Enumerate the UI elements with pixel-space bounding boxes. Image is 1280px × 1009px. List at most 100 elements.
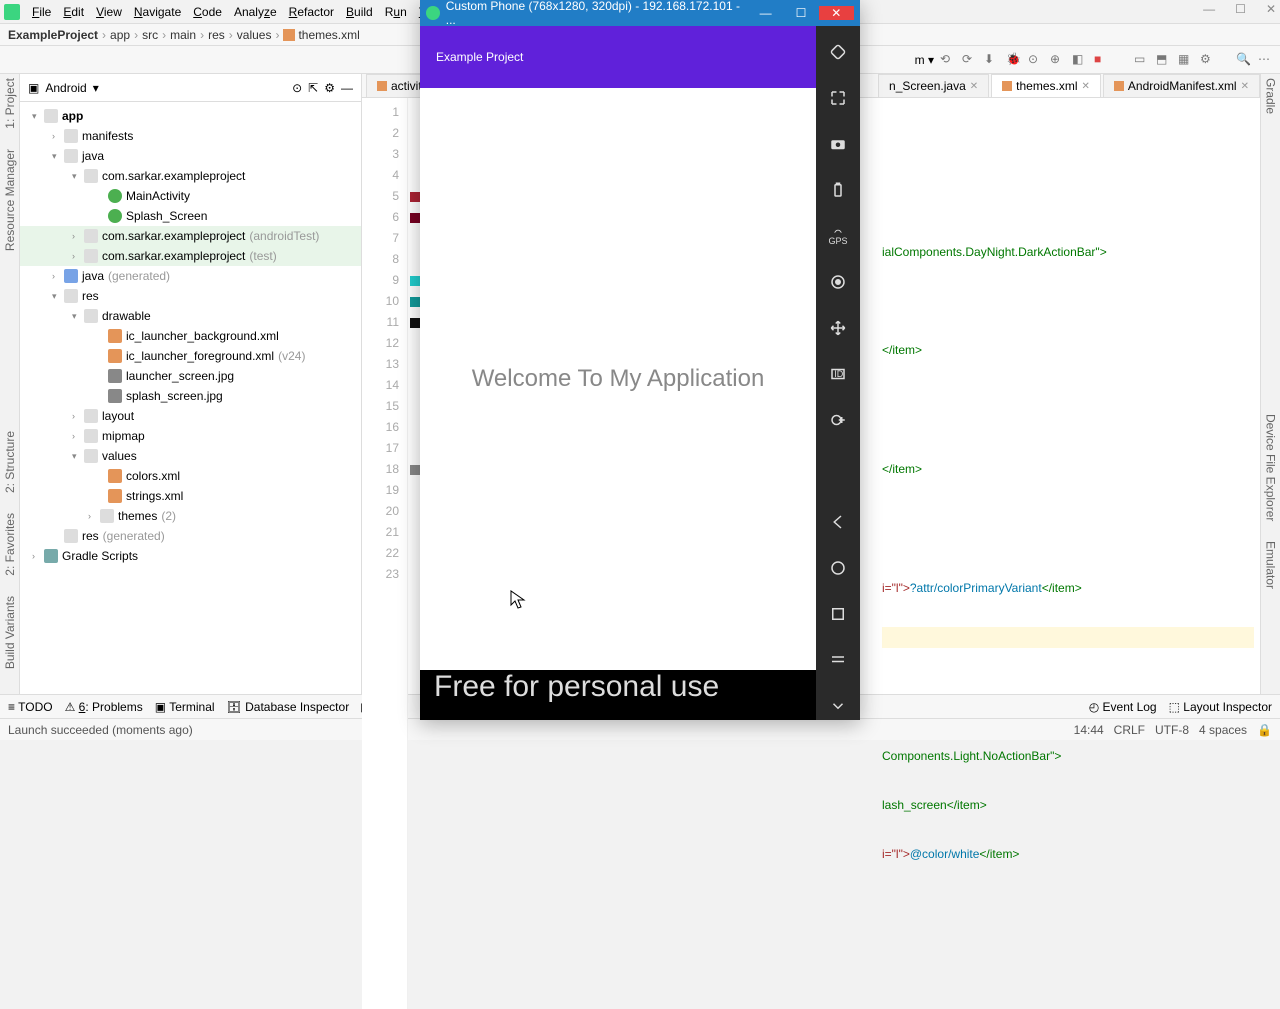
rail-gradle[interactable]: Gradle [1264,78,1278,114]
tree-res-gen[interactable]: res [82,529,99,543]
crumb-src[interactable]: src [142,28,158,42]
tree-manifests[interactable]: manifests [82,129,133,143]
gps-icon[interactable]: GPS [828,226,848,246]
rail-project[interactable]: 1: Project [3,78,17,129]
emu-minimize[interactable]: — [748,6,783,20]
move-icon[interactable] [828,318,848,338]
locate-icon[interactable]: ⊙ [292,81,302,95]
tree-drawable[interactable]: drawable [102,309,151,323]
fullscreen-icon[interactable] [828,88,848,108]
project-view-label[interactable]: Android [45,81,86,95]
tree-java-gen[interactable]: java [82,269,104,283]
menu-analyze[interactable]: Analyze [228,3,283,21]
close-icon[interactable]: ✕ [1241,81,1249,92]
home-icon[interactable] [828,558,848,578]
project-tree[interactable]: ▾app ›manifests ▾java ▾com.sarkar.exampl… [20,102,361,694]
menu-build[interactable]: Build [340,3,379,21]
tree-layout[interactable]: layout [102,409,134,423]
tree-mainactivity[interactable]: MainActivity [126,189,190,203]
menu-refactor[interactable]: Refactor [283,3,340,21]
attach-icon[interactable]: ⊕ [1050,52,1066,68]
menu-icon[interactable] [828,650,848,670]
tool-database[interactable]: 🗄 Database Inspector [227,700,350,714]
tool-todo[interactable]: ≡ TODO [8,700,53,714]
avd-icon[interactable]: ▭ [1134,52,1150,68]
device-icon[interactable]: ▦ [1178,52,1194,68]
tree-colors[interactable]: colors.xml [126,469,180,483]
chevron-down-icon[interactable] [828,696,848,716]
menu-file[interactable]: File [26,3,57,21]
identifier-icon[interactable]: ID [828,364,848,384]
back-icon[interactable] [828,512,848,532]
crumb-res[interactable]: res [208,28,225,42]
color-swatch-icon[interactable] [410,297,420,307]
emu-maximize[interactable]: ☐ [783,6,818,20]
config-dropdown[interactable]: m ▾ [915,53,934,67]
crumb-file[interactable]: themes.xml [298,28,359,42]
tree-app[interactable]: app [62,109,83,123]
hide-icon[interactable]: — [341,81,353,95]
crumb-values[interactable]: values [237,28,272,42]
tree-pkg-test[interactable]: com.sarkar.exampleproject [102,249,245,263]
window-minimize[interactable]: — [1203,2,1215,16]
color-swatch-icon[interactable] [410,276,420,286]
tree-splash[interactable]: Splash_Screen [126,209,207,223]
emulator-window[interactable]: Custom Phone (768x1280, 320dpi) - 192.16… [420,0,860,720]
more-icon[interactable]: ⋯ [1258,52,1274,68]
view-dropdown-icon[interactable]: ▾ [93,81,99,95]
crumb-app[interactable]: app [110,28,130,42]
battery-icon[interactable] [828,180,848,200]
debug-icon[interactable]: 🐞 [1006,52,1022,68]
collapse-icon[interactable]: ⇱ [308,81,318,95]
tree-icfg[interactable]: ic_launcher_foreground.xml [126,349,274,363]
settings-plus-icon[interactable] [828,410,848,430]
rail-device-explorer[interactable]: Device File Explorer [1264,414,1278,521]
search-icon[interactable]: 🔍 [1236,52,1252,68]
emu-close[interactable]: ✕ [819,6,854,20]
menu-run[interactable]: Run [379,3,413,21]
apply-icon[interactable]: ◧ [1072,52,1088,68]
profile-icon[interactable]: ⊙ [1028,52,1044,68]
build-icon[interactable]: ⬇ [984,52,1000,68]
webcam-icon[interactable] [828,272,848,292]
gear-icon[interactable]: ⚙ [1200,52,1216,68]
crumb-project[interactable]: ExampleProject [8,28,98,42]
color-swatch-icon[interactable] [410,318,420,328]
settings-icon[interactable]: ⚙ [324,81,335,95]
tab-themes[interactable]: themes.xml✕ [991,74,1101,97]
camera-icon[interactable] [828,134,848,154]
rail-structure[interactable]: 2: Structure [3,431,17,493]
recent-icon[interactable] [828,604,848,624]
color-swatch-icon[interactable] [410,213,420,223]
tree-java[interactable]: java [82,149,104,163]
rail-build-variants[interactable]: Build Variants [3,596,17,669]
emulator-titlebar[interactable]: Custom Phone (768x1280, 320dpi) - 192.16… [420,0,860,26]
tree-package[interactable]: com.sarkar.exampleproject [102,169,245,183]
tree-pkg-androidtest[interactable]: com.sarkar.exampleproject [102,229,245,243]
tree-launcher[interactable]: launcher_screen.jpg [126,369,234,383]
rotate-icon[interactable] [828,42,848,62]
sync-icon[interactable]: ⟲ [940,52,956,68]
window-maximize[interactable]: ☐ [1235,2,1246,16]
menu-navigate[interactable]: Navigate [128,3,187,21]
tool-terminal[interactable]: ▣ Terminal [155,700,215,714]
close-icon[interactable]: ✕ [1082,81,1090,92]
color-swatch-icon[interactable] [410,192,420,202]
menu-view[interactable]: View [90,3,128,21]
crumb-main[interactable]: main [170,28,196,42]
tree-gradle[interactable]: Gradle Scripts [62,549,138,563]
window-close[interactable]: ✕ [1266,2,1276,16]
rail-favorites[interactable]: 2: Favorites [3,513,17,576]
rail-emulator[interactable]: Emulator [1264,541,1278,589]
tree-themes[interactable]: themes [118,509,157,523]
close-icon[interactable]: ✕ [970,81,978,92]
menu-edit[interactable]: Edit [57,3,90,21]
sdk-icon[interactable]: ⬒ [1156,52,1172,68]
tab-manifest[interactable]: AndroidManifest.xml✕ [1103,74,1260,97]
menu-code[interactable]: Code [187,3,228,21]
tree-values[interactable]: values [102,449,137,463]
tree-res[interactable]: res [82,289,99,303]
phone-screen[interactable]: Example Project Welcome To My Applicatio… [420,26,816,720]
stop-icon[interactable]: ■ [1094,52,1110,68]
tree-strings[interactable]: strings.xml [126,489,183,503]
